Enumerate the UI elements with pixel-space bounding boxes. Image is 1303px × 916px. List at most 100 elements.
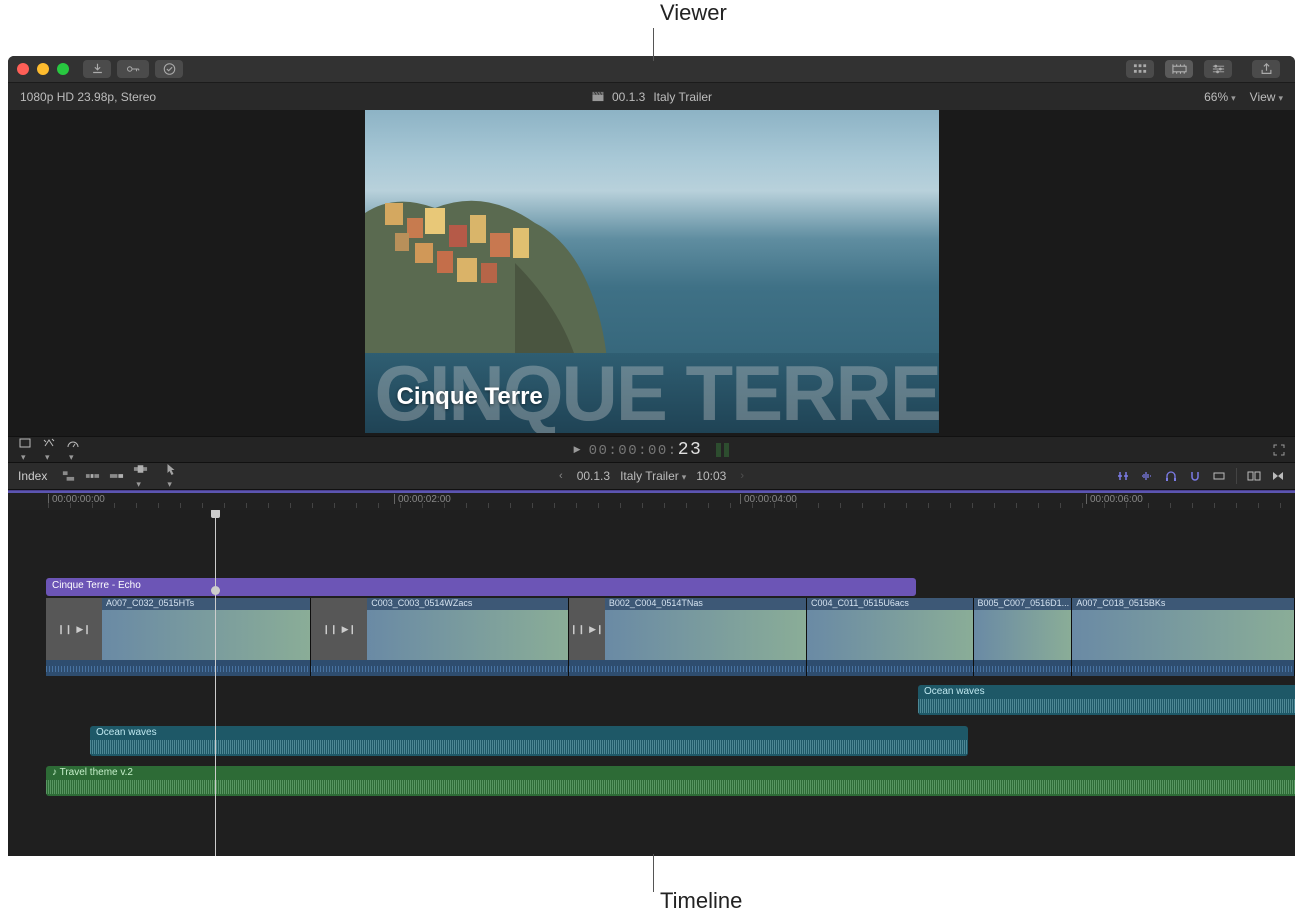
skimming-icon <box>1116 470 1130 482</box>
project-info-bar: 1080p HD 23.98p, Stereo 00.1.3 Italy Tra… <box>8 82 1295 110</box>
retime-menu[interactable]: ▾ <box>42 437 56 463</box>
video-clip[interactable]: ❙❙▶❙A007_C032_0515HTs <box>46 598 311 676</box>
share-icon <box>1259 62 1274 76</box>
timecode-display[interactable]: 00:00:00:23 <box>589 440 703 460</box>
two-rects-icon <box>1247 470 1261 482</box>
sliders-icon <box>1211 62 1226 76</box>
view-dropdown[interactable]: View▾ <box>1250 90 1283 104</box>
timeline-history-back[interactable]: ‹ <box>555 470 567 482</box>
filmclip-icon <box>1212 470 1226 482</box>
gauge-icon <box>66 437 80 449</box>
key-icon <box>126 62 141 76</box>
grid-icon <box>1133 62 1148 76</box>
playhead[interactable] <box>215 510 216 856</box>
crop-icon <box>18 437 32 449</box>
connect-clip-button[interactable] <box>61 469 76 483</box>
window-titlebar <box>8 56 1295 82</box>
keyword-button[interactable] <box>117 60 149 78</box>
clip-appearance-button[interactable] <box>1212 470 1226 482</box>
background-tasks-button[interactable] <box>155 60 183 78</box>
insert-clip-button[interactable] <box>85 469 100 483</box>
audio-clip-label: Ocean waves <box>924 686 985 697</box>
window-controls <box>17 63 69 75</box>
format-label: 1080p HD 23.98p, Stereo <box>20 90 156 104</box>
clip-thumbnails <box>974 610 1072 660</box>
annotation-viewer-label: Viewer <box>660 0 727 26</box>
annotation-line <box>653 854 654 892</box>
import-button[interactable] <box>83 60 111 78</box>
video-clip[interactable]: ❙❙▶❙B002_C004_0514TNas <box>569 598 807 676</box>
select-tool-button[interactable]: ▾ <box>164 462 179 490</box>
expand-icon <box>1273 444 1285 456</box>
browser-toggle-button[interactable] <box>1126 60 1154 78</box>
clip-handle[interactable]: ❙❙▶❙ <box>46 598 102 660</box>
clip-thumbnails <box>1072 610 1294 660</box>
arrow-cursor-icon <box>164 462 179 476</box>
audio-clip[interactable]: ♪ Travel theme v.2 <box>46 766 1295 796</box>
clip-handle[interactable]: ❙❙▶❙ <box>311 598 367 660</box>
video-clip[interactable]: B005_C007_0516D1... <box>974 598 1073 676</box>
clip-thumbnails <box>102 610 310 660</box>
clip-label: A007_C032_0515HTs <box>102 598 310 610</box>
effects-browser-button[interactable] <box>1247 470 1261 482</box>
viewer-title-text: Cinque Terre <box>397 383 543 411</box>
clip-thumbnails <box>605 610 806 660</box>
audio-clip[interactable]: Ocean waves <box>90 726 968 756</box>
clip-thumbnails <box>367 610 568 660</box>
skimming-button[interactable] <box>1116 470 1130 482</box>
audio-clip-label: Ocean waves <box>96 727 157 738</box>
primary-storyline: ❙❙▶❙A007_C032_0515HTs❙❙▶❙C003_C003_0514W… <box>46 598 1295 676</box>
play-button[interactable]: ▶ <box>574 444 581 455</box>
clip-label: A007_C018_0515BKs <box>1072 598 1294 610</box>
viewer-canvas[interactable]: CINQUE TERRE Cinque Terre <box>365 110 939 433</box>
snapping-button[interactable] <box>1188 470 1202 482</box>
annotation-viewer-callout: Viewer <box>0 0 1303 56</box>
video-clip[interactable]: C004_C011_0515U6acs <box>807 598 974 676</box>
share-button[interactable] <box>1252 60 1280 78</box>
annotation-timeline-label: Timeline <box>660 888 742 914</box>
transform-menu[interactable]: ▾ <box>18 437 32 463</box>
clip-label: B002_C004_0514TNas <box>605 598 806 610</box>
clapboard-icon <box>591 91 604 102</box>
transitions-browser-button[interactable] <box>1271 470 1285 482</box>
speed-menu[interactable]: ▾ <box>66 437 80 463</box>
audio-skimming-button[interactable] <box>1140 470 1154 482</box>
inspector-toggle-button[interactable] <box>1204 60 1232 78</box>
bowtie-icon <box>1271 470 1285 482</box>
video-clip[interactable]: A007_C018_0515BKs <box>1072 598 1295 676</box>
title-clip-label: Cinque Terre - Echo <box>52 580 141 591</box>
minimize-window-button[interactable] <box>37 63 49 75</box>
project-title-group: 00.1.3 Italy Trailer <box>591 90 712 104</box>
title-clip[interactable]: Cinque Terre - Echo <box>46 578 916 596</box>
timeline-toolbar: Index ▾ ▾ ‹ 00.1.3 Italy Trailer▾ 10:03 … <box>8 462 1295 490</box>
timeline-toggle-button[interactable] <box>1165 60 1193 78</box>
zoom-window-button[interactable] <box>57 63 69 75</box>
clip-label: C004_C011_0515U6acs <box>807 598 973 610</box>
download-icon <box>90 62 105 76</box>
video-clip[interactable]: ❙❙▶❙C003_C003_0514WZacs <box>311 598 569 676</box>
enhance-icon <box>42 437 56 449</box>
timeline-project-code: 00.1.3 <box>577 469 610 483</box>
overwrite-clip-button[interactable]: ▾ <box>133 462 148 490</box>
append-clip-button[interactable] <box>109 469 124 483</box>
timeline-project-dropdown[interactable]: Italy Trailer▾ <box>620 469 686 483</box>
filmstrip-icon <box>1172 62 1187 76</box>
headphones-icon <box>1164 470 1178 482</box>
solo-button[interactable] <box>1164 470 1178 482</box>
append-icon <box>109 469 124 483</box>
clip-handle[interactable]: ❙❙▶❙ <box>569 598 605 660</box>
timeline-index-button[interactable]: Index <box>18 469 47 483</box>
zoom-dropdown[interactable]: 66%▾ <box>1204 90 1236 104</box>
insert-icon <box>85 469 100 483</box>
timeline-ruler[interactable]: 00:00:00:0000:00:02:0000:00:04:0000:00:0… <box>8 490 1295 510</box>
snap-icon <box>1188 470 1202 482</box>
timeline-history-forward[interactable]: › <box>736 470 748 482</box>
audio-clip[interactable]: Ocean waves <box>918 685 1295 715</box>
close-window-button[interactable] <box>17 63 29 75</box>
clip-audio-wave <box>974 660 1072 676</box>
timeline-tracks-area[interactable]: Cinque Terre - Echo ❙❙▶❙A007_C032_0515HT… <box>8 510 1295 856</box>
clip-audio-wave <box>1072 660 1294 676</box>
clip-audio-wave <box>311 660 568 676</box>
audio-meter <box>716 443 729 457</box>
fullscreen-button[interactable] <box>1273 444 1285 456</box>
